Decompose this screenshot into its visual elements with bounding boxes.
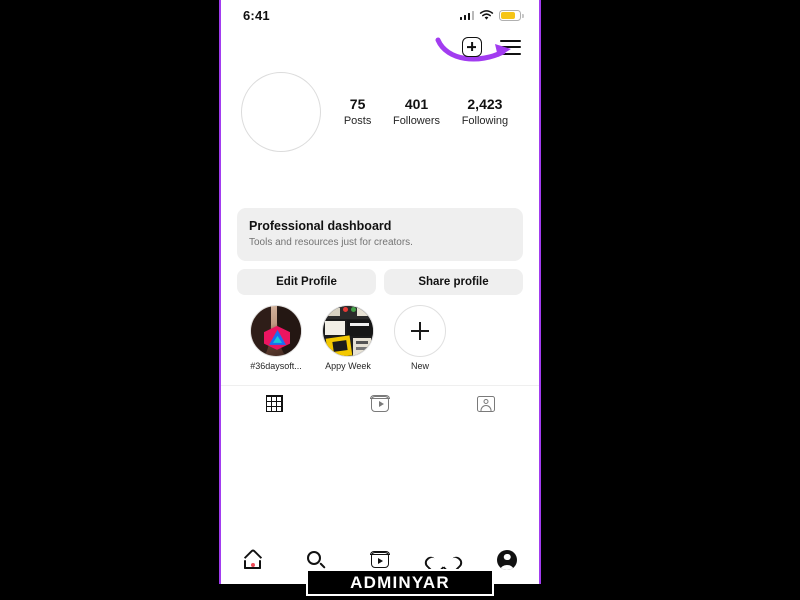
- add-highlight-plus-icon: [394, 304, 446, 357]
- hamburger-menu-icon[interactable]: [500, 39, 521, 55]
- bio-area: [221, 152, 539, 208]
- share-profile-button[interactable]: Share profile: [384, 268, 523, 295]
- wifi-icon: [479, 9, 494, 20]
- top-action-bar: [221, 30, 539, 64]
- status-indicators: [459, 9, 524, 21]
- story-highlight-label: Appy Week: [325, 360, 371, 371]
- tab-reels[interactable]: [327, 386, 433, 422]
- person-circle-icon: [497, 550, 518, 570]
- grid-icon: [265, 395, 283, 413]
- status-time: 6:41: [243, 7, 270, 23]
- tagged-photos-icon: [477, 395, 495, 412]
- plus-square-icon[interactable]: [462, 37, 482, 57]
- reels-icon: [370, 395, 390, 412]
- nav-search[interactable]: [285, 550, 349, 570]
- stat-followers-count: 401: [404, 96, 429, 113]
- heart-icon: [433, 551, 454, 570]
- stat-following-label: Following: [461, 114, 509, 127]
- profile-header: 75 Posts 401 Followers 2,423 Following: [221, 64, 539, 152]
- stat-following[interactable]: 2,423 Following: [462, 96, 508, 128]
- tab-tagged[interactable]: [433, 386, 539, 422]
- status-bar: 6:41: [221, 0, 539, 30]
- story-highlight-label: #36daysoft...: [250, 360, 302, 371]
- nav-home[interactable]: [221, 548, 285, 569]
- screenshot-canvas: 6:41 75 Posts 401 Followers 2,423 Follow…: [0, 0, 800, 600]
- story-highlights: #36daysoft... Appy Week New: [221, 295, 539, 371]
- nav-profile[interactable]: [475, 550, 539, 570]
- watermark-text: ADMINYAR: [350, 572, 450, 592]
- story-highlight-appy-week[interactable]: Appy Week: [319, 304, 377, 371]
- profile-stats: 75 Posts 401 Followers 2,423 Following: [321, 96, 519, 128]
- home-notification-badge: [250, 563, 255, 567]
- profile-action-buttons: Edit Profile Share profile: [237, 268, 523, 295]
- story-highlight-label: New: [410, 360, 429, 371]
- battery-icon: [499, 9, 524, 21]
- story-highlight-36daysoftype[interactable]: #36daysoft...: [247, 304, 305, 371]
- stat-posts-label: Posts: [343, 114, 372, 127]
- stat-posts[interactable]: 75 Posts: [344, 96, 372, 128]
- nav-activity[interactable]: [412, 551, 476, 570]
- professional-dashboard-title: Professional dashboard: [249, 219, 392, 233]
- stat-posts-count: 75: [349, 96, 366, 113]
- story-highlight-thumbnail: [322, 304, 374, 357]
- watermark-adminyar: ADMINYAR: [306, 569, 494, 596]
- edit-profile-button[interactable]: Edit Profile: [237, 268, 376, 295]
- stat-following-count: 2,423: [467, 96, 503, 113]
- stat-followers[interactable]: 401 Followers: [393, 96, 440, 128]
- story-highlight-thumbnail: [250, 304, 302, 357]
- reels-icon: [370, 551, 390, 568]
- content-tab-bar: [221, 384, 539, 422]
- stat-followers-label: Followers: [392, 114, 441, 127]
- story-highlight-new[interactable]: New: [391, 304, 449, 371]
- cellular-signal-icon: [459, 10, 474, 20]
- professional-dashboard-subtitle: Tools and resources just for creators.: [249, 236, 413, 248]
- search-icon: [306, 550, 326, 570]
- avatar[interactable]: [241, 72, 321, 152]
- tab-grid[interactable]: [221, 386, 327, 422]
- phone-screen: 6:41 75 Posts 401 Followers 2,423 Follow…: [219, 0, 541, 584]
- nav-reels[interactable]: [348, 551, 412, 568]
- professional-dashboard-card[interactable]: Professional dashboard Tools and resourc…: [237, 208, 523, 261]
